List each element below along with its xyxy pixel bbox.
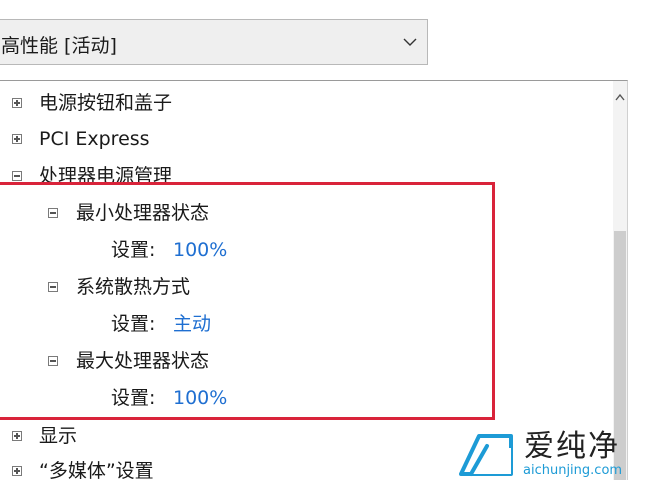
tree-item-label: PCI Express (39, 128, 150, 150)
scroll-up-arrow-icon[interactable] (615, 93, 625, 101)
tree-item-label: “多媒体”设置 (39, 460, 154, 480)
expand-icon[interactable] (12, 98, 22, 108)
vertical-scrollbar[interactable] (613, 81, 627, 480)
tree-item-label: 显示 (39, 425, 78, 447)
watermark-title: 爱纯净 (524, 429, 620, 464)
power-plan-selected: 高性能 [活动] (1, 35, 117, 57)
expand-icon[interactable] (12, 431, 22, 441)
expand-icon[interactable] (12, 466, 22, 476)
collapse-icon[interactable] (12, 171, 22, 181)
tree-item-label: 电源按钮和盖子 (39, 92, 173, 114)
highlight-box (0, 182, 495, 420)
power-plan-dropdown[interactable]: 高性能 [活动] (0, 19, 428, 65)
chevron-down-icon (403, 38, 417, 46)
watermark-logo-icon (459, 434, 513, 476)
expand-icon[interactable] (12, 134, 22, 144)
watermark-url: aichunjing.com (523, 463, 623, 478)
